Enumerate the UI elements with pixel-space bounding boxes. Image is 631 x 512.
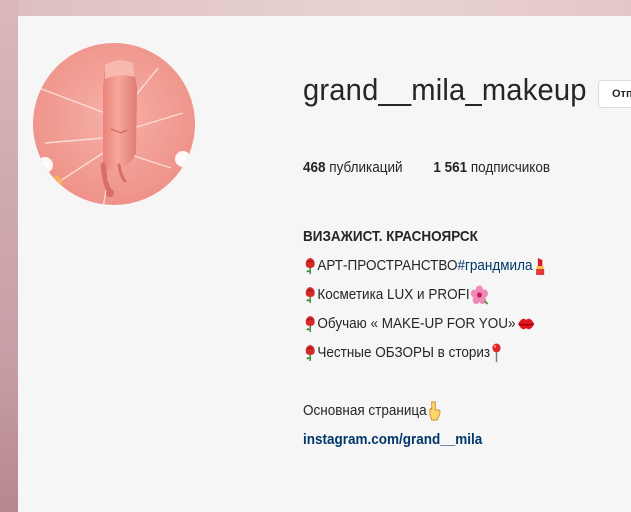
bio-name: ВИЗАЖИСТ. КРАСНОЯРСК — [303, 228, 478, 245]
background-frame-top — [0, 0, 631, 16]
posts-stat[interactable]: 468 публикаций — [303, 159, 403, 176]
website-link[interactable]: instagram.com/grand__mila — [303, 425, 482, 454]
hashtag-link[interactable]: #грандмила — [457, 251, 532, 280]
pointing-down-icon — [429, 401, 441, 420]
profile-bio: ВИЗАЖИСТ. КРАСНОЯРСК АРТ-ПРОСТРАНСТВО #г… — [303, 222, 600, 454]
bio-line: Обучаю « MAKE-UP FOR YOU» — [303, 309, 600, 338]
kiss-icon — [518, 318, 535, 329]
rose-icon — [305, 286, 315, 303]
background-frame-left — [0, 0, 18, 512]
pin-icon — [492, 343, 501, 362]
bio-main-page: Основная страница — [303, 396, 600, 425]
posts-count: 468 — [303, 159, 326, 176]
profile-panel: grand__mila_makeup Отп 468 публикаций 1 … — [18, 16, 631, 512]
followers-count: 1 561 — [433, 159, 468, 176]
followers-label: подписчиков — [467, 159, 551, 176]
bio-link-line: instagram.com/grand__mila — [303, 425, 600, 454]
lipstick-icon — [536, 257, 545, 275]
bio-line: Честные ОБЗОРЫ в сториз — [303, 338, 600, 367]
bio-line: Косметика LUX и PROFI — [303, 280, 600, 309]
bio-line-text: Честные ОБЗОРЫ в сториз — [317, 344, 491, 361]
posts-label: публикаций — [325, 159, 403, 176]
profile-username: grand__mila_makeup — [303, 72, 587, 107]
avatar[interactable] — [33, 43, 195, 205]
rose-icon — [305, 344, 315, 361]
bio-line-text: АРТ-ПРОСТРАНСТВО — [317, 257, 458, 274]
bio-line-text: Косметика LUX и PROFI — [317, 286, 470, 303]
message-button[interactable]: Отп — [598, 80, 631, 108]
rose-icon — [305, 315, 315, 332]
bio-line: АРТ-ПРОСТРАНСТВО #грандмила — [303, 251, 600, 280]
bio-spacer — [303, 367, 600, 396]
followers-stat[interactable]: 1 561 подписчиков — [433, 159, 550, 176]
main-page-text: Основная страница — [303, 402, 427, 419]
profile-stats: 468 публикаций 1 561 подписчиков — [303, 159, 577, 176]
hibiscus-icon — [470, 285, 489, 305]
bio-line-text: Обучаю « MAKE-UP FOR YOU» — [317, 315, 516, 332]
avatar-image — [33, 43, 195, 205]
rose-icon — [305, 257, 315, 274]
